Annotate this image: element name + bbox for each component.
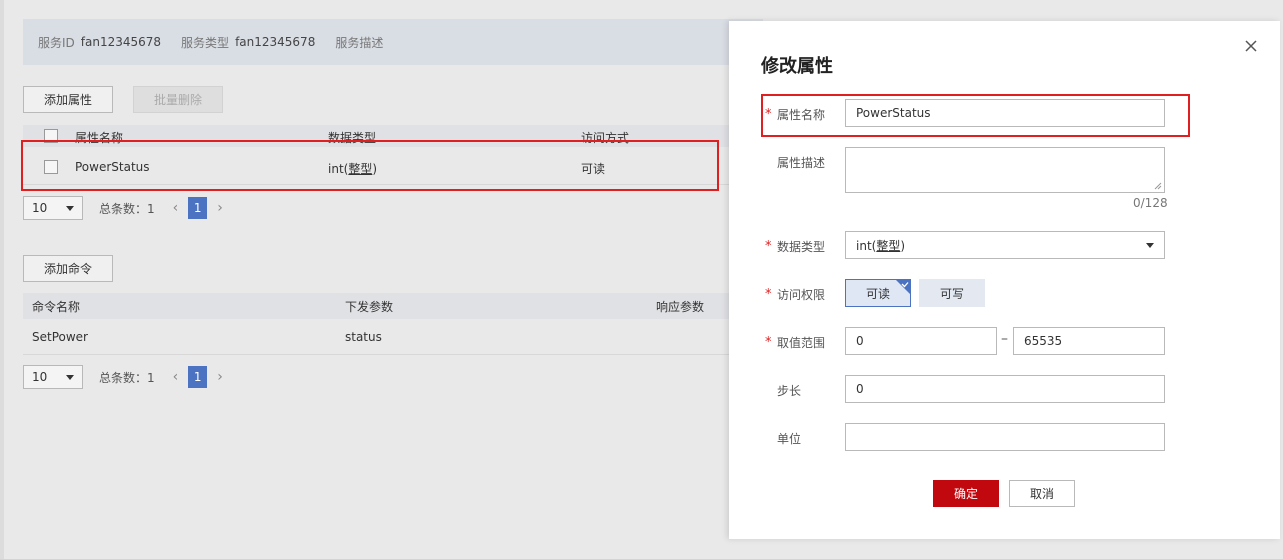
service-desc-label: 服务描述 [335,35,384,50]
access-read-label: 可读 [865,286,890,301]
properties-pager: 10 总条数：1 ‹ 1 › [23,196,223,220]
total-count: 总条数：1 [99,201,155,216]
cancel-button[interactable]: 取消 [1009,480,1075,507]
access-label: 访问权限 [777,288,826,302]
chevron-left-icon[interactable]: ‹ [173,369,179,385]
service-id-value: fan12345678 [80,35,162,49]
chevron-right-icon[interactable]: › [217,369,223,385]
page-size-value: 10 [32,201,48,215]
unit-label: 单位 [777,432,802,446]
row-highlight-box [21,140,719,191]
property-desc-label: 属性描述 [777,156,826,170]
column-header-command-param: 下发参数 [345,300,394,314]
column-header-command-response: 响应参数 [656,300,705,314]
close-icon[interactable] [1244,39,1258,53]
range-max-input[interactable]: 65535 [1013,327,1165,355]
access-write-label: 可写 [939,286,964,301]
commands-table-header: 命令名称 下发参数 响应参数 [23,293,743,319]
range-label: 取值范围 [777,336,826,350]
confirm-button[interactable]: 确定 [933,480,999,507]
data-type-suffix: ) [900,238,906,253]
table-row[interactable]: SetPower status [23,319,743,355]
edit-property-dialog: 修改属性 * 属性名称 PowerStatus 属性描述 0/128 * 数据类… [729,21,1280,539]
step-label: 步长 [777,384,802,398]
service-info-bar: 服务ID fan12345678 服务类型 fan12345678 服务描述 [23,19,763,65]
data-type-value: int(整型) [856,237,905,254]
chevron-down-icon [66,374,74,380]
access-write-toggle[interactable]: 可写 [919,279,985,307]
batch-delete-button[interactable]: 批量删除 [133,86,223,113]
chevron-down-icon [66,205,74,211]
required-mark: * [765,287,772,302]
property-desc-textarea[interactable] [845,147,1165,193]
unit-input[interactable] [845,423,1165,451]
add-command-button[interactable]: 添加命令 [23,255,113,282]
check-corner-icon [896,280,910,294]
resize-grip-icon[interactable] [1154,182,1162,190]
name-field-highlight-box [761,94,1190,137]
required-mark: * [765,335,772,350]
left-edge-divider [0,0,4,559]
step-input[interactable]: 0 [845,375,1165,403]
service-type-value: fan12345678 [235,35,316,49]
chevron-down-icon [1146,242,1154,248]
page-size-select[interactable]: 10 [23,196,83,220]
desc-char-counter: 0/128 [1133,196,1168,210]
service-id-label: 服务ID [38,35,75,50]
service-type-label: 服务类型 [181,35,230,50]
data-type-word: 整型 [876,238,901,253]
total-count: 总条数：1 [99,370,155,385]
range-separator: – [1001,331,1008,347]
commands-pager: 10 总条数：1 ‹ 1 › [23,365,223,389]
required-mark: * [765,239,772,254]
data-type-prefix: int( [856,238,877,253]
command-name-cell: SetPower [32,330,88,344]
range-min-input[interactable]: 0 [845,327,997,355]
page-number-current[interactable]: 1 [188,366,208,388]
data-type-select[interactable]: int(整型) [845,231,1165,259]
page-size-value: 10 [32,370,48,384]
data-type-label: 数据类型 [777,240,826,254]
chevron-right-icon[interactable]: › [217,200,223,216]
command-param-cell: status [345,330,382,344]
dialog-title: 修改属性 [761,56,833,77]
page-size-select[interactable]: 10 [23,365,83,389]
column-header-command-name: 命令名称 [32,300,81,314]
page-number-current[interactable]: 1 [188,197,208,219]
access-read-toggle[interactable]: 可读 [845,279,911,307]
add-property-button[interactable]: 添加属性 [23,86,113,113]
chevron-left-icon[interactable]: ‹ [173,200,179,216]
